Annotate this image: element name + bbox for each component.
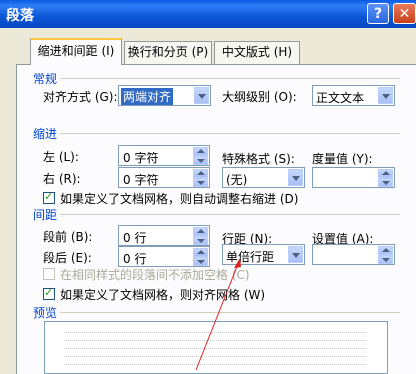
- outline-level-label: 大纲级别 (O):: [222, 90, 297, 104]
- close-button[interactable]: ✕: [393, 3, 416, 24]
- section-general: 常规: [33, 72, 58, 86]
- auto-adjust-right-indent-checkbox[interactable]: [43, 190, 55, 204]
- spin-up-icon[interactable]: [193, 147, 208, 156]
- indent-by-spinner[interactable]: [312, 167, 395, 188]
- spin-down-icon[interactable]: [378, 178, 393, 187]
- special-indent-select[interactable]: (无): [222, 167, 305, 188]
- indent-right-spinner[interactable]: 0 字符: [118, 167, 210, 188]
- indent-left-value: 0 字符: [123, 151, 159, 165]
- no-space-same-style-checkbox[interactable]: [43, 268, 55, 280]
- tab-indent-spacing[interactable]: 缩进和间距 (I): [30, 38, 122, 65]
- spin-down-icon[interactable]: [378, 255, 393, 264]
- tab-asian-typography[interactable]: 中文版式 (H): [214, 41, 300, 64]
- outline-level-value: 正文文本: [316, 91, 365, 105]
- space-before-label: 段前 (B):: [43, 230, 93, 244]
- outline-level-select[interactable]: 正文文本: [312, 85, 395, 106]
- space-before-value: 0 行: [123, 231, 147, 245]
- line-spacing-at-spinner[interactable]: [312, 244, 395, 265]
- snap-to-grid-checkbox[interactable]: [43, 286, 55, 300]
- chevron-down-icon[interactable]: [288, 169, 303, 186]
- indent-left-label: 左 (L):: [43, 150, 79, 164]
- spin-up-icon[interactable]: [193, 169, 208, 178]
- tab-line-page-breaks[interactable]: 换行和分页 (P): [124, 41, 212, 64]
- section-preview: 预览: [33, 306, 58, 320]
- spin-up-icon[interactable]: [378, 169, 393, 178]
- alignment-label: 对齐方式 (G):: [43, 90, 118, 104]
- alignment-select[interactable]: 两端对齐: [118, 85, 211, 106]
- chevron-down-icon[interactable]: [194, 87, 209, 104]
- spin-up-icon[interactable]: [193, 227, 208, 236]
- spin-up-icon[interactable]: [378, 246, 393, 255]
- spin-down-icon[interactable]: [193, 156, 208, 165]
- indent-left-spinner[interactable]: 0 字符: [118, 145, 210, 166]
- title-bar: [0, 0, 416, 28]
- space-before-spinner[interactable]: 0 行: [118, 225, 210, 246]
- section-divider: [60, 133, 400, 134]
- indent-by-label: 度量值 (Y):: [312, 152, 373, 166]
- window-title: 段落: [6, 8, 34, 24]
- indent-right-label: 右 (R):: [43, 172, 81, 186]
- section-divider: [60, 214, 400, 215]
- auto-adjust-right-indent-label[interactable]: 如果定义了文档网格，则自动调整右缩进 (D): [60, 190, 298, 207]
- spin-down-icon[interactable]: [193, 236, 208, 245]
- special-indent-value: (无): [226, 173, 248, 187]
- section-divider: [60, 78, 400, 79]
- alignment-value: 两端对齐: [121, 88, 174, 105]
- section-spacing: 间距: [33, 208, 58, 222]
- spin-down-icon[interactable]: [193, 178, 208, 187]
- special-indent-label: 特殊格式 (S):: [222, 152, 295, 166]
- section-indentation: 缩进: [33, 127, 58, 141]
- annotation-arrow: [195, 258, 241, 371]
- help-button[interactable]: ?: [367, 3, 389, 24]
- indent-right-value: 0 字符: [123, 173, 159, 187]
- chevron-down-icon[interactable]: [378, 87, 393, 104]
- space-after-label: 段后 (E):: [43, 251, 92, 265]
- chevron-down-icon[interactable]: [288, 246, 303, 263]
- space-after-value: 0 行: [123, 252, 147, 266]
